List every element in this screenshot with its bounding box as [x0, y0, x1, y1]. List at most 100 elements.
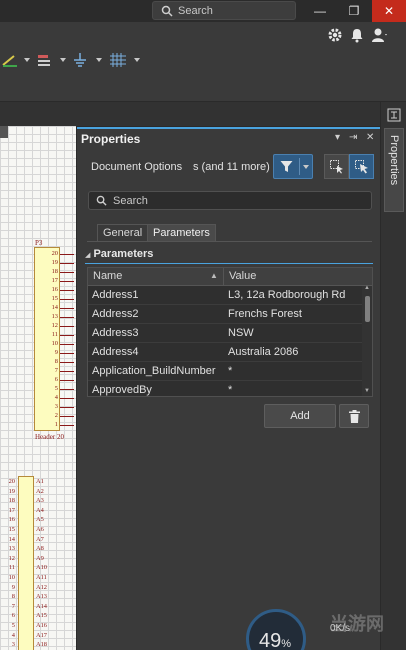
- tab-parameters[interactable]: Parameters: [147, 224, 216, 241]
- canvas-corner-marker-icon: [0, 126, 8, 138]
- search-icon: [161, 5, 173, 17]
- bell-icon[interactable]: [348, 26, 366, 44]
- gear-icon[interactable]: [326, 26, 344, 44]
- grid-icon[interactable]: [110, 53, 126, 67]
- parameter-name: Address4: [92, 346, 139, 358]
- panel-search-input[interactable]: Search: [88, 191, 372, 210]
- header-pin-line: [60, 416, 74, 417]
- panel-menu-icon[interactable]: ▾: [335, 132, 340, 143]
- header-pin-number: 13: [51, 313, 58, 320]
- scroll-down-icon[interactable]: ▼: [364, 388, 370, 394]
- parameter-row[interactable]: Address3 NSW: [88, 324, 362, 343]
- parameter-row[interactable]: Address1 L3, 12a Rodborough Rd: [88, 286, 362, 305]
- user-icon[interactable]: [370, 26, 388, 44]
- gauge-unit: %: [281, 638, 292, 650]
- panel-pin-icon[interactable]: ⇥: [349, 132, 357, 143]
- connector-pin-number: 9: [11, 583, 15, 591]
- connector-pin-label: A17: [36, 631, 48, 639]
- parameter-value[interactable]: Frenchs Forest: [228, 308, 362, 320]
- panel-close-icon[interactable]: ✕: [366, 132, 374, 143]
- connector-pin-number: 17: [8, 506, 15, 514]
- connector-component-body[interactable]: [18, 476, 34, 650]
- minimize-button[interactable]: —: [308, 0, 332, 22]
- grid-dropdown-icon[interactable]: [134, 58, 140, 62]
- parameter-value[interactable]: *: [228, 365, 362, 377]
- panel-title: Properties: [81, 132, 141, 146]
- parameter-name: ApprovedBy: [92, 384, 152, 396]
- dock-pin-icon[interactable]: [385, 106, 403, 124]
- parameter-row[interactable]: Application_BuildNumber *: [88, 362, 362, 381]
- connector-pin-number: 19: [8, 487, 15, 495]
- parameter-row[interactable]: Address2 Frenchs Forest: [88, 305, 362, 324]
- parameter-row[interactable]: ApprovedBy *: [88, 381, 362, 396]
- connector-pin-label: A14: [36, 602, 48, 610]
- header-pin-line: [60, 254, 74, 255]
- parameter-name: Address1: [92, 289, 139, 301]
- wire-tool-icon[interactable]: [2, 53, 18, 67]
- header-pin-line: [60, 344, 74, 345]
- header-pin-line: [60, 380, 74, 381]
- parameter-value[interactable]: NSW: [228, 327, 362, 339]
- parameter-name: Application_BuildNumber: [92, 365, 216, 377]
- connector-pin-label: A9: [36, 554, 44, 562]
- header-pin-line: [60, 353, 74, 354]
- bus-tool-dropdown-icon[interactable]: [60, 58, 66, 62]
- scrollbar-thumb[interactable]: [365, 296, 370, 322]
- add-parameter-button[interactable]: Add: [264, 404, 336, 428]
- header-pin-number: 9: [54, 349, 58, 356]
- parameter-row[interactable]: Address4 Australia 2086: [88, 343, 362, 362]
- restore-button[interactable]: ❐: [342, 0, 366, 22]
- filter-button[interactable]: [273, 154, 313, 179]
- bus-tool-icon[interactable]: [36, 53, 52, 67]
- parameters-table: Name ▲ Value Address1 L3, 12a Rodborough …: [87, 267, 373, 397]
- parameter-value[interactable]: Australia 2086: [228, 346, 362, 358]
- select-inside-button[interactable]: [349, 154, 374, 179]
- connector-pin-number: 6: [11, 612, 15, 620]
- tab-general[interactable]: General: [97, 224, 149, 241]
- header-pin-number: 12: [51, 322, 58, 329]
- schematic-canvas[interactable]: P3 20 19 18 17 16 15 14 13 12 11 10 9 8 7 6 5 4 3 2 1 Heade…: [0, 126, 76, 650]
- parameter-value[interactable]: *: [228, 384, 362, 396]
- ground-power-icon[interactable]: [72, 53, 88, 67]
- parameter-value[interactable]: L3, 12a Rodborough Rd: [228, 289, 362, 301]
- header-pin-number: 4: [54, 394, 58, 401]
- collapse-arrow-icon: ◢: [85, 252, 91, 259]
- table-scrollbar[interactable]: ▲ ▼: [362, 285, 372, 396]
- column-header-name[interactable]: Name ▲: [88, 268, 224, 286]
- close-button[interactable]: ✕: [372, 0, 406, 22]
- connector-pin-number: 4: [11, 631, 15, 639]
- connector-pin-number: 16: [8, 516, 15, 524]
- header-pin-line: [60, 398, 74, 399]
- connector-pin-number: 7: [11, 602, 15, 610]
- delete-parameter-button[interactable]: [339, 404, 369, 428]
- header-pin-line: [60, 362, 74, 363]
- connector-pin-label: A2: [36, 487, 44, 495]
- properties-panel-header: Properties ▾ ⇥ ✕: [77, 127, 381, 148]
- connector-pin-number: 10: [8, 574, 15, 581]
- connector-pin-label: A18: [36, 641, 48, 649]
- connector-pin-label: A10: [36, 564, 48, 572]
- header-pin-line: [60, 290, 74, 291]
- header-pin-number: 5: [54, 385, 58, 392]
- scroll-up-icon[interactable]: ▲: [364, 285, 370, 291]
- column-header-value[interactable]: Value: [224, 268, 372, 286]
- connector-pin-label: A12: [36, 583, 48, 591]
- selection-count-label: s (and 11 more): [193, 161, 270, 173]
- select-mode-button[interactable]: [324, 154, 349, 179]
- global-search-box[interactable]: Search: [152, 1, 296, 20]
- parameters-section-header[interactable]: ◢ Parameters: [85, 248, 153, 260]
- connector-pin-number: 20: [8, 478, 15, 485]
- filter-dropdown-icon[interactable]: [303, 165, 309, 169]
- connector-pin-number: 8: [11, 593, 15, 601]
- ground-power-dropdown-icon[interactable]: [96, 58, 102, 62]
- properties-dock-tab[interactable]: Properties: [384, 128, 404, 212]
- watermark: 当游网: [330, 614, 384, 634]
- header-pin-line: [60, 389, 74, 390]
- wire-tool-dropdown-icon[interactable]: [24, 58, 30, 62]
- connector-pin-number: 12: [8, 554, 15, 562]
- connector-pin-label: A7: [36, 535, 44, 543]
- connector-pin-number: 3: [11, 641, 15, 649]
- header-pin-number: 11: [51, 331, 58, 338]
- connector-pin-number: 11: [8, 564, 15, 572]
- gauge-value: 49: [259, 630, 282, 650]
